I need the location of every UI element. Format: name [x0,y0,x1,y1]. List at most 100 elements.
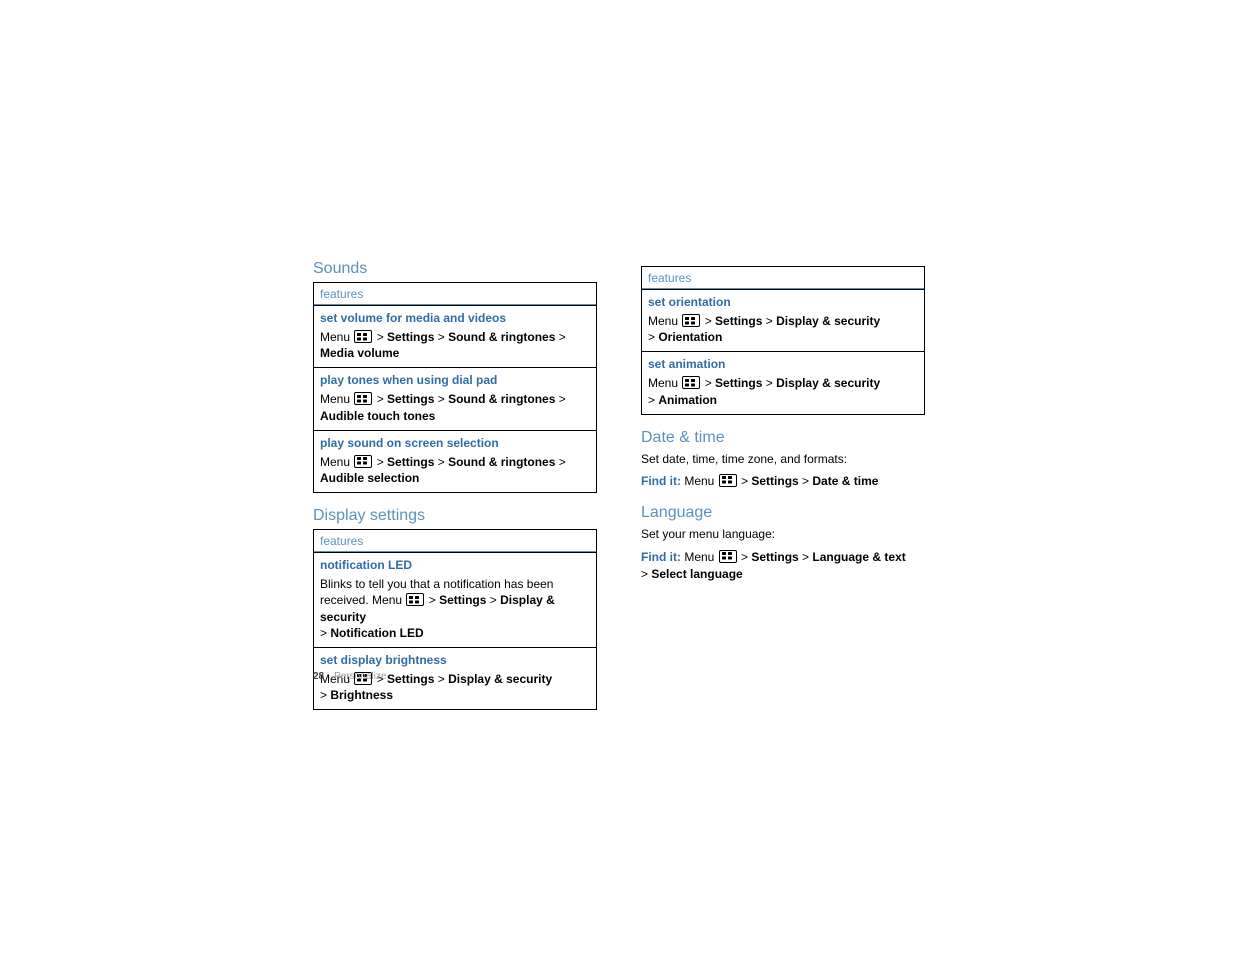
feature-path: Menu > Settings > Sound & ringtones > Au… [314,389,596,429]
path-step: Orientation [658,330,722,344]
path-step: Sound & ringtones [448,330,555,344]
table-row: set orientation Menu > Settings > Displa… [642,289,924,351]
menu-icon [719,474,737,487]
path-step: Audible selection [320,471,419,485]
language-heading: Language [641,504,925,522]
table-row: set animation Menu > Settings > Display … [642,351,924,413]
page-number: 28 [313,671,324,682]
display-table: features notification LED Blinks to tell… [313,529,597,710]
path-sep: > [641,567,651,581]
path-step: Date & time [812,474,878,488]
display-settings-heading: Display settings [313,507,597,525]
path-step: Settings [387,392,434,406]
table-header: features [642,267,924,289]
path-step: Settings [439,593,486,607]
right-display-table: features set orientation Menu > Settings… [641,266,925,415]
menu-icon [354,392,372,405]
table-row: set volume for media and videos Menu > S… [314,305,596,367]
page-content: Sounds features set volume for media and… [313,260,925,710]
path-step: Settings [751,474,798,488]
path-sep: > [648,393,658,407]
feature-title: set orientation [642,290,924,311]
page-footer: 28 Personalize [313,671,386,682]
path-sep: > [320,626,330,640]
path-sep: > [648,330,658,344]
two-column-layout: Sounds features set volume for media and… [313,260,925,710]
path-step: Settings [387,330,434,344]
feature-title: set animation [642,352,924,373]
path-sep: > [799,550,813,564]
path-prefix: Menu [648,314,681,328]
path-step: Settings [715,314,762,328]
path-sep: > [425,593,439,607]
table-row: play sound on screen selection Menu > Se… [314,430,596,492]
menu-icon [406,593,424,606]
path-sep: > [555,392,565,406]
feature-title: notification LED [314,553,596,574]
path-step: Display & security [448,672,552,686]
path-step: Settings [751,550,798,564]
path-step: Animation [658,393,717,407]
path-prefix: Menu [320,455,353,469]
feature-path: Menu > Settings > Sound & ringtones > Au… [314,452,596,492]
path-sep: > [320,688,330,702]
path-prefix: Menu [681,474,718,488]
feature-path: Menu > Settings > Sound & ringtones > Me… [314,327,596,367]
path-sep: > [434,330,448,344]
path-step: Display & security [776,314,880,328]
feature-title: play tones when using dial pad [314,368,596,389]
feature-path: Blinks to tell you that a notification h… [314,574,596,647]
path-sep: > [701,376,715,390]
path-sep: > [738,550,752,564]
path-sep: > [799,474,813,488]
menu-icon [354,455,372,468]
language-findit: Find it: Menu > Settings > Language & te… [641,549,925,584]
date-time-desc: Set date, time, time zone, and formats: [641,451,925,467]
path-sep: > [434,455,448,469]
menu-icon [682,376,700,389]
menu-icon [719,550,737,563]
menu-icon [682,314,700,327]
path-step: Brightness [330,688,393,702]
footer-section: Personalize [334,671,386,682]
path-sep: > [555,455,565,469]
table-row: notification LED Blinks to tell you that… [314,552,596,647]
path-step: Select language [651,567,742,581]
path-sep: > [373,392,387,406]
path-prefix: Menu [681,550,718,564]
feature-title: play sound on screen selection [314,431,596,452]
findit-label: Find it: [641,474,681,488]
table-header: features [314,283,596,305]
menu-icon [354,330,372,343]
date-time-findit: Find it: Menu > Settings > Date & time [641,473,925,490]
feature-path: Menu > Settings > Display & security > A… [642,373,924,413]
path-prefix: Menu [320,330,353,344]
table-header: features [314,530,596,552]
path-step: Sound & ringtones [448,455,555,469]
path-step: Sound & ringtones [448,392,555,406]
path-step: Display & security [776,376,880,390]
language-desc: Set your menu language: [641,526,925,542]
path-step: Audible touch tones [320,409,435,423]
path-sep: > [762,376,776,390]
path-prefix: Menu [648,376,681,390]
feature-title: set display brightness [314,648,596,669]
path-sep: > [701,314,715,328]
table-row: play tones when using dial pad Menu > Se… [314,367,596,429]
path-step: Language & text [812,550,905,564]
date-time-heading: Date & time [641,429,925,447]
path-sep: > [738,474,752,488]
path-prefix: Menu [320,392,353,406]
path-step: Settings [387,455,434,469]
findit-label: Find it: [641,550,681,564]
path-step: Settings [715,376,762,390]
left-column: Sounds features set volume for media and… [313,260,597,710]
sounds-heading: Sounds [313,260,597,278]
path-step: Notification LED [330,626,423,640]
path-sep: > [373,330,387,344]
path-sep: > [486,593,500,607]
path-step: Media volume [320,346,399,360]
sounds-table: features set volume for media and videos… [313,282,597,493]
path-sep: > [555,330,565,344]
path-sep: > [434,672,448,686]
